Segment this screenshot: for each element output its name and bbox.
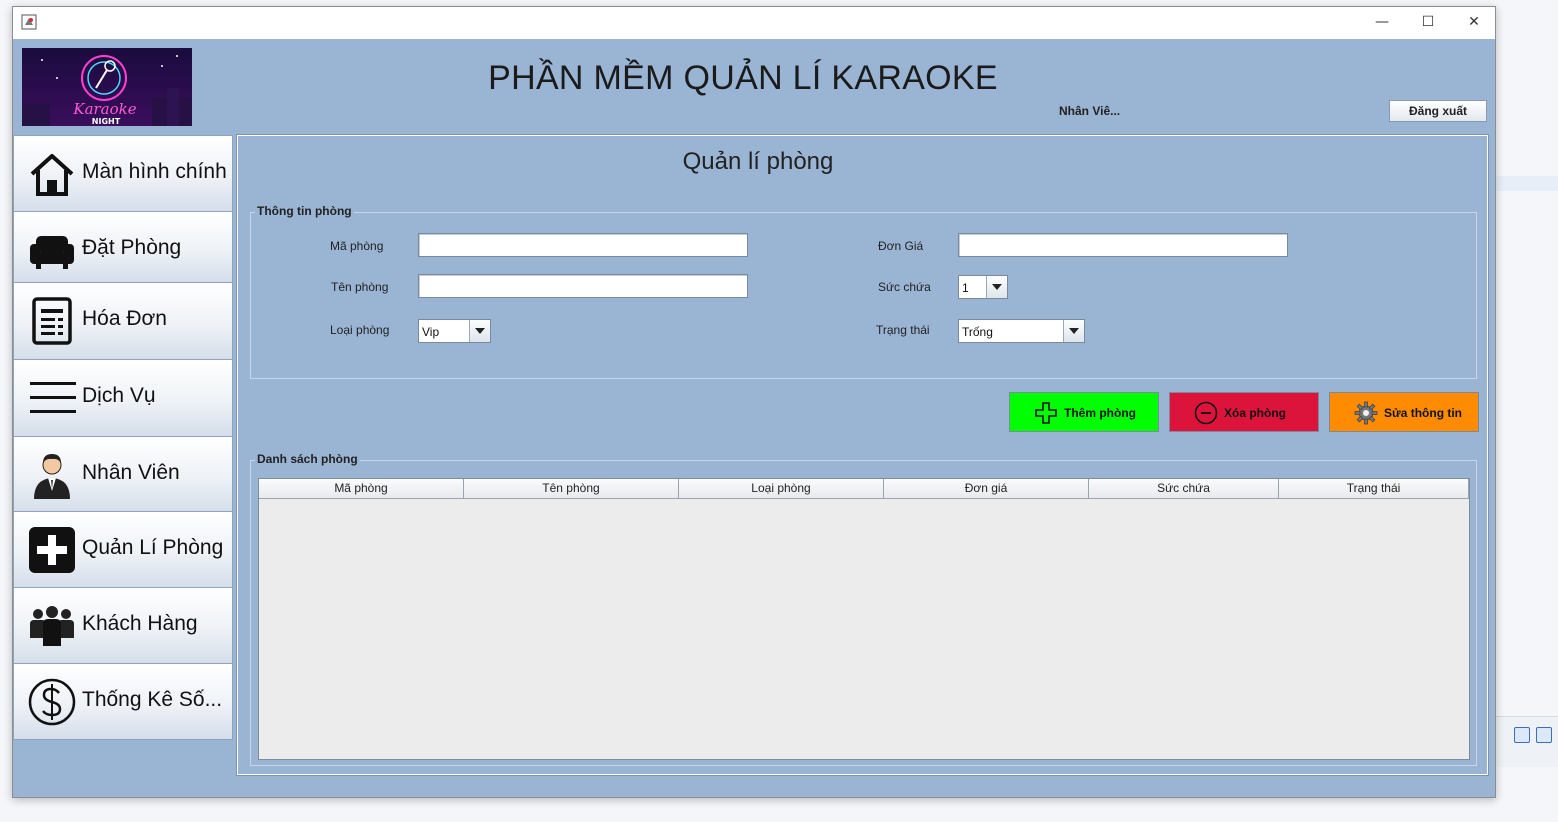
delete-room-label: Xóa phòng (1224, 406, 1286, 420)
gear-icon (1354, 401, 1378, 425)
sidebar-item-label: Dịch Vụ (82, 384, 156, 407)
capacity-select[interactable]: 1 (958, 275, 1008, 299)
logo-text-night: NIGHT (92, 117, 121, 126)
column-header-status[interactable]: Trạng thái (1279, 479, 1469, 499)
sidebar-item-customers[interactable]: Khách Hàng (13, 587, 233, 663)
app-window: — ☐ ✕ Karaoke NIGHT PHẦN MỀM QUẢN LÍ KAR… (12, 6, 1496, 798)
room-info-legend: Thông tin phòng (255, 204, 354, 218)
column-header-room-id[interactable]: Mã phòng (259, 479, 464, 499)
sidebar-item-label: Màn hình chính (82, 160, 227, 183)
sidebar-item-label: Quản Lí Phòng (82, 536, 224, 559)
maximize-button[interactable]: ☐ (1405, 7, 1451, 37)
room-table-header: Mã phòng Tên phòng Loại phòng Đơn giá Sứ… (259, 479, 1469, 499)
room-type-select[interactable]: Vip (418, 319, 491, 343)
background-left (0, 0, 12, 822)
sidebar-item-home[interactable]: Màn hình chính (13, 135, 233, 211)
capacity-label: Sức chứa (878, 280, 931, 294)
sidebar-item-services[interactable]: Dịch Vụ (13, 359, 233, 436)
column-header-room-name[interactable]: Tên phòng (464, 479, 679, 499)
sidebar-item-room-management[interactable]: Quản Lí Phòng (13, 511, 233, 587)
edit-room-label: Sửa thông tin (1384, 406, 1463, 420)
sidebar-item-label: Đặt Phòng (82, 236, 182, 259)
sidebar-item-employees[interactable]: Nhân Viên (13, 436, 233, 511)
column-header-room-type[interactable]: Loại phòng (679, 479, 884, 499)
sidebar-item-statistics[interactable]: Thống Kê Số... (13, 663, 233, 740)
page-title: Quản lí phòng (682, 148, 834, 175)
add-room-label: Thêm phòng (1064, 406, 1136, 420)
column-header-price[interactable]: Đơn giá (884, 479, 1089, 499)
sidebar-item-booking[interactable]: Đặt Phòng (13, 211, 233, 282)
chevron-down-icon[interactable] (986, 276, 1007, 298)
status-label: Trạng thái (876, 323, 930, 337)
invoice-icon (32, 297, 72, 345)
plus-square-icon (29, 527, 75, 573)
sidebar: Màn hình chính Đặt Phòng Hóa Đơn Dịch Vụ… (13, 135, 233, 740)
status-value: Trống (962, 325, 993, 339)
sofa-icon (30, 236, 74, 269)
karaoke-logo: Karaoke NIGHT (22, 48, 192, 126)
current-user-label: Nhân Viê... (1059, 104, 1121, 118)
people-icon (30, 606, 74, 646)
plus-outline-icon (1035, 402, 1057, 424)
room-table[interactable]: Mã phòng Tên phòng Loại phòng Đơn giá Sứ… (258, 478, 1470, 760)
room-id-input[interactable] (418, 233, 748, 257)
edit-room-button[interactable]: Sửa thông tin (1329, 392, 1479, 432)
room-id-label: Mã phòng (330, 239, 384, 253)
room-info-section: Thông tin phòng Mã phòng Tên phòng Loại … (250, 204, 1477, 379)
price-label: Đơn Giá (878, 239, 924, 253)
room-name-input[interactable] (418, 274, 748, 298)
room-type-label: Loại phòng (330, 323, 390, 337)
home-icon (30, 154, 74, 196)
menu-lines-icon (30, 382, 76, 413)
logo-text-karaoke: Karaoke (72, 100, 136, 118)
tray-chat-icon (1514, 727, 1530, 743)
capacity-value: 1 (962, 281, 969, 295)
window-titlebar: — ☐ ✕ (13, 7, 1495, 39)
room-list-legend: Danh sách phòng (255, 452, 360, 466)
background-strip (1496, 176, 1558, 191)
minus-circle-icon (1194, 401, 1218, 425)
dollar-circle-icon (28, 678, 76, 726)
sidebar-item-label: Khách Hàng (82, 612, 198, 635)
minimize-button[interactable]: — (1359, 7, 1405, 37)
background-tray (1496, 716, 1558, 767)
chevron-down-icon[interactable] (469, 320, 490, 342)
price-input[interactable] (958, 233, 1288, 257)
app-title: PHẦN MỀM QUẢN LÍ KARAOKE (488, 59, 998, 97)
sidebar-item-label: Hóa Đơn (82, 307, 167, 330)
room-type-value: Vip (422, 325, 440, 339)
close-button[interactable]: ✕ (1451, 7, 1497, 37)
status-select[interactable]: Trống (958, 319, 1085, 343)
java-app-icon (21, 14, 37, 30)
logout-button[interactable]: Đăng xuất (1389, 100, 1487, 122)
room-name-label: Tên phòng (331, 280, 389, 294)
column-header-capacity[interactable]: Sức chứa (1089, 479, 1279, 499)
room-management-panel: Quản lí phòng Thông tin phòng Mã phòng T… (236, 134, 1489, 776)
chevron-down-icon[interactable] (1063, 320, 1084, 342)
employee-icon (34, 454, 70, 499)
delete-room-button[interactable]: Xóa phòng (1169, 392, 1319, 432)
tray-close-icon (1536, 727, 1552, 743)
add-room-button[interactable]: Thêm phòng (1009, 392, 1159, 432)
sidebar-item-label: Thống Kê Số... (82, 688, 223, 711)
sidebar-item-invoice[interactable]: Hóa Đơn (13, 282, 233, 359)
sidebar-item-label: Nhân Viên (82, 461, 180, 484)
